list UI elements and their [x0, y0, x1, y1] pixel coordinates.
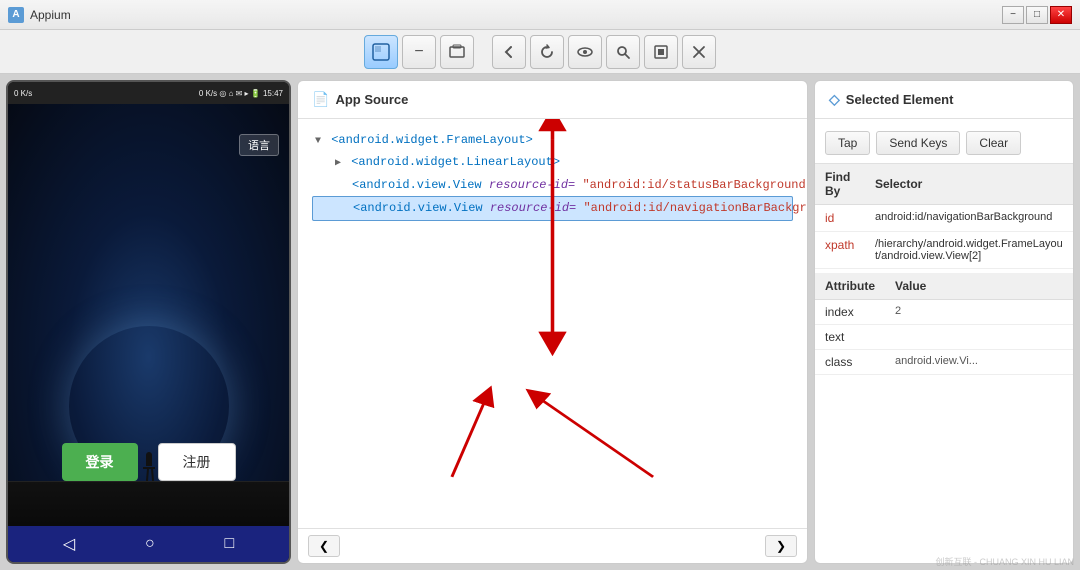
tag-2: <android.widget.LinearLayout> [351, 155, 560, 169]
element-actions: Tap Send Keys Clear [815, 119, 1073, 164]
maximize-button[interactable]: □ [1026, 6, 1048, 24]
source-panel: 📄 App Source ▼ <android.widget.FrameLayo… [297, 80, 808, 564]
source-footer: ❮ ❯ [298, 528, 807, 563]
close-button[interactable]: ✕ [1050, 6, 1072, 24]
attr-name-cell: class [815, 350, 885, 375]
element-icon: ◇ [829, 91, 840, 108]
app-icon: A [8, 7, 24, 23]
attr-row: text [815, 325, 1073, 350]
attr-row: classandroid.view.Vi... [815, 350, 1073, 375]
find-by-row[interactable]: xpath/hierarchy/android.widget.FrameLayo… [815, 232, 1073, 269]
mobile-status-bar: 0 K/s 0 K/s ◎ ⌂ ✉ ▸ 🔋 15:47 [8, 82, 289, 104]
status-left: 0 K/s [14, 89, 32, 98]
screenshot-button[interactable] [440, 35, 474, 69]
mobile-screen: 语言 登录 注册 [8, 104, 289, 526]
attr-table: Attribute Value index2textclassandroid.v… [815, 273, 1073, 375]
xml-line-1[interactable]: ▼ <android.widget.FrameLayout> [312, 129, 793, 151]
selector-cell[interactable]: /hierarchy/android.widget.FrameLayout/an… [865, 232, 1073, 269]
xml-line-4[interactable]: <android.view.View resource-id= "android… [312, 196, 793, 220]
minus-button[interactable]: − [402, 35, 436, 69]
find-by-row[interactable]: idandroid:id/navigationBarBackground [815, 205, 1073, 232]
send-keys-button[interactable]: Send Keys [876, 131, 960, 155]
attr-4: resource-id= [490, 201, 576, 215]
find-by-cell: id [815, 205, 865, 232]
attribute-header: Attribute [815, 273, 885, 300]
source-panel-title: App Source [335, 92, 408, 107]
attr-value-cell [885, 325, 1073, 350]
source-content[interactable]: ▼ <android.widget.FrameLayout> ▶ <androi… [298, 119, 807, 528]
close-tool-button[interactable] [682, 35, 716, 69]
tag-3: <android.view.View [352, 178, 489, 192]
login-button[interactable]: 登录 [62, 443, 138, 481]
clear-button[interactable]: Clear [966, 131, 1021, 155]
lang-button[interactable]: 语言 [239, 134, 279, 156]
attr-name-cell: text [815, 325, 885, 350]
source-icon: 📄 [312, 91, 329, 108]
app-title: Appium [30, 8, 1002, 22]
mobile-nav-bar: ◁ ○ □ [8, 526, 289, 562]
eye-button[interactable] [568, 35, 602, 69]
source-panel-header: 📄 App Source [298, 81, 807, 119]
record-button[interactable] [644, 35, 678, 69]
ground [8, 481, 289, 526]
home-nav-icon[interactable]: ○ [145, 535, 155, 553]
toolbar-separator-1 [478, 35, 488, 69]
attr-value-cell: android.view.Vi... [885, 350, 1073, 375]
back-nav-icon[interactable]: ◁ [63, 534, 75, 554]
xml-line-3[interactable]: <android.view.View resource-id= "android… [312, 174, 793, 196]
element-panel: ◇ Selected Element Tap Send Keys Clear F… [814, 80, 1074, 564]
xml-line-2[interactable]: ▶ <android.widget.LinearLayout> [312, 151, 793, 173]
toolbar: − [0, 30, 1080, 74]
attr-name-cell: index [815, 300, 885, 325]
main-content: 0 K/s 0 K/s ◎ ⌂ ✉ ▸ 🔋 15:47 语言 登录 [0, 74, 1080, 570]
selector-header: Selector [865, 164, 1073, 205]
status-right: 0 K/s ◎ ⌂ ✉ ▸ 🔋 15:47 [199, 89, 283, 98]
expand-1[interactable]: ▼ [312, 136, 324, 148]
prev-button[interactable]: ❮ [308, 535, 340, 557]
window-controls: − □ ✕ [1002, 6, 1072, 24]
selector-cell[interactable]: android:id/navigationBarBackground [865, 205, 1073, 232]
find-by-cell: xpath [815, 232, 865, 269]
title-bar: A Appium − □ ✕ [0, 0, 1080, 30]
attr-row: index2 [815, 300, 1073, 325]
value-3: "android:id/statusBarBackground" [582, 178, 807, 192]
back-button[interactable] [492, 35, 526, 69]
tap-button[interactable]: Tap [825, 131, 870, 155]
recent-nav-icon[interactable]: □ [224, 535, 234, 553]
mobile-action-buttons: 登录 注册 [8, 443, 289, 481]
element-panel-header: ◇ Selected Element [815, 81, 1073, 119]
minimize-button[interactable]: − [1002, 6, 1024, 24]
select-tool-button[interactable] [364, 35, 398, 69]
refresh-button[interactable] [530, 35, 564, 69]
watermark: 创新互联 - CHUANG XIN HU LIAN [935, 555, 1074, 564]
value-header: Value [885, 273, 1073, 300]
element-panel-title: Selected Element [846, 92, 954, 107]
next-button[interactable]: ❯ [765, 535, 797, 557]
expand-2[interactable]: ▶ [332, 158, 344, 170]
mobile-panel: 0 K/s 0 K/s ◎ ⌂ ✉ ▸ 🔋 15:47 语言 登录 [6, 80, 291, 564]
find-by-table: Find By Selector idandroid:id/navigation… [815, 164, 1073, 269]
tag-4: <android.view.View [353, 201, 490, 215]
attr-3: resource-id= [489, 178, 575, 192]
find-by-header: Find By [815, 164, 865, 205]
tag-1: <android.widget.FrameLayout> [331, 133, 533, 147]
register-button[interactable]: 注册 [158, 443, 236, 481]
attr-value-cell: 2 [885, 300, 1073, 325]
value-4: "android:id/navigationBarBackground [583, 201, 807, 215]
search-button[interactable] [606, 35, 640, 69]
